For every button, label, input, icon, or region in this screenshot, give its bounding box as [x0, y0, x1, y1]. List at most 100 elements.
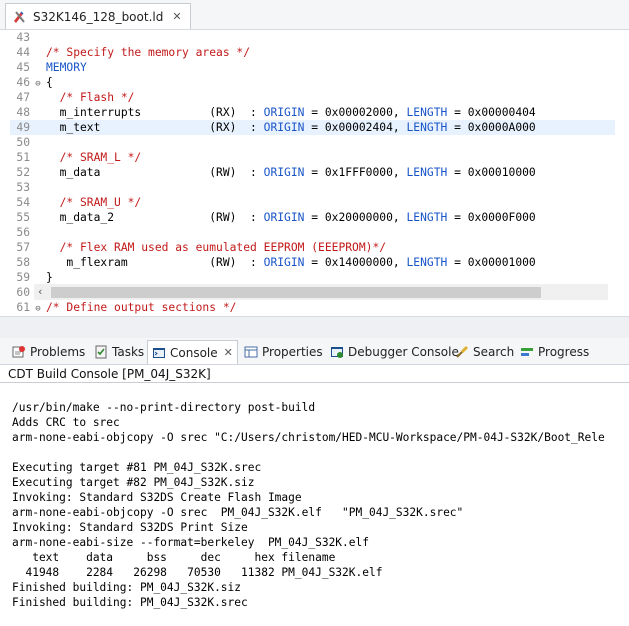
close-icon[interactable]: ✕ — [172, 10, 181, 23]
code-editor[interactable]: 43 44 /* Specify the memory areas */45 M… — [10, 30, 629, 316]
code-comment: /* Define output sections */ — [46, 301, 237, 314]
console-line: arm-none-eabi-objcopy -O srec PM_04J_S32… — [12, 506, 464, 519]
editor-tab-bar: S32K146_128_boot.ld ✕ — [0, 0, 629, 30]
code-line[interactable]: 54 /* SRAM_U */ — [10, 195, 141, 210]
line-number: 57 — [16, 241, 30, 254]
code-text: = 0x00001000 — [447, 256, 536, 269]
code-text: = 0x14000000, — [304, 256, 407, 269]
fold-collapse-icon[interactable]: ⊖ — [30, 302, 46, 316]
code-keyword: ORIGIN — [263, 211, 305, 224]
console-line: Executing target #81 PM_04J_S32K.srec — [12, 461, 262, 474]
code-keyword: ORIGIN — [263, 121, 305, 134]
search-icon — [456, 345, 469, 358]
code-line[interactable]: 61 ⊖/* Define output sections */ — [10, 300, 236, 315]
tab-search[interactable]: Search — [451, 340, 518, 364]
line-number: 60 — [16, 286, 30, 299]
line-number: 46 — [16, 76, 30, 89]
progress-icon — [521, 348, 533, 356]
tab-properties[interactable]: Properties — [240, 340, 327, 364]
console-line: text data bss dec hex filename — [12, 551, 336, 564]
code-comment: /* Flex RAM used as eumulated EEPROM (EE… — [46, 241, 387, 254]
code-line[interactable]: 45 MEMORY — [10, 60, 87, 75]
code-comment: /* Flash */ — [46, 91, 135, 104]
line-number: 54 — [16, 196, 30, 209]
code-text: = 0x0000A000 — [447, 121, 536, 134]
code-keyword: ORIGIN — [263, 256, 305, 269]
code-text: = 0x1FFF0000, — [304, 166, 407, 179]
code-line[interactable]: 56 — [10, 225, 46, 240]
code-text: { — [46, 76, 53, 89]
scroll-left-icon[interactable]: ‹ — [38, 285, 42, 298]
code-line[interactable]: 53 — [10, 180, 46, 195]
scrollbar-thumb[interactable] — [51, 287, 541, 298]
code-line[interactable]: 50 — [10, 135, 46, 150]
debugger-console-icon — [331, 347, 343, 358]
code-keyword: LENGTH — [406, 166, 448, 179]
code-line[interactable]: 52 m_data (RW) : ORIGIN = 0x1FFF0000, LE… — [10, 165, 535, 180]
console-line: /usr/bin/make --no-print-directory post-… — [12, 401, 316, 414]
line-number: 61 — [16, 301, 30, 314]
code-text: m_flexram (RW) : — [46, 256, 264, 269]
code-text: m_text (RX) : — [46, 121, 264, 134]
code-keyword: LENGTH — [406, 211, 448, 224]
code-keyword: LENGTH — [406, 106, 448, 119]
line-number: 49 — [16, 121, 30, 134]
code-line[interactable]: 57 /* Flex RAM used as eumulated EEPROM … — [10, 240, 386, 255]
code-text: = 0x00002000, — [304, 106, 407, 119]
editor-tab-label: S32K146_128_boot.ld — [33, 9, 164, 24]
line-number: 44 — [16, 46, 30, 59]
code-line[interactable]: 58 m_flexram (RW) : ORIGIN = 0x14000000,… — [10, 255, 536, 270]
line-number: 45 — [16, 61, 30, 74]
line-number: 43 — [16, 31, 30, 44]
tab-console[interactable]: Console ✕ — [147, 340, 238, 364]
tab-tasks[interactable]: Tasks — [90, 340, 148, 364]
code-keyword: MEMORY — [46, 61, 87, 74]
console-title: CDT Build Console [PM_04J_S32K] — [8, 367, 211, 381]
editor-tab-linker-script[interactable]: S32K146_128_boot.ld ✕ — [5, 3, 191, 29]
console-line: Invoking: Standard S32DS Create Flash Im… — [12, 491, 302, 504]
line-number: 50 — [16, 136, 30, 149]
console-line: Adds CRC to srec — [12, 416, 120, 429]
code-text: = 0x00000404 — [447, 106, 536, 119]
line-number: 56 — [16, 226, 30, 239]
code-comment: /* SRAM_U */ — [46, 196, 142, 209]
console-line: Executing target #82 PM_04J_S32K.siz — [12, 476, 255, 489]
tab-progress[interactable]: Progress — [516, 340, 593, 364]
console-line: Invoking: Standard S32DS Print Size — [12, 521, 248, 534]
code-line[interactable]: 59 } — [10, 270, 53, 285]
line-number: 53 — [16, 181, 30, 194]
properties-icon — [244, 346, 258, 358]
code-text: } — [46, 271, 53, 284]
code-comment: /* SRAM_L */ — [46, 151, 142, 164]
line-number: 55 — [16, 211, 30, 224]
console-line: 41948 2284 26298 70530 11382 PM_04J_S32K… — [12, 566, 383, 579]
code-line[interactable]: 55 m_data_2 (RW) : ORIGIN = 0x20000000, … — [10, 210, 536, 225]
line-number: 47 — [16, 91, 30, 104]
code-line[interactable]: 49 m_text (RX) : ORIGIN = 0x00002404, LE… — [10, 120, 615, 135]
code-line[interactable]: 48 m_interrupts (RX) : ORIGIN = 0x000020… — [10, 105, 536, 120]
line-number: 48 — [16, 106, 30, 119]
code-line[interactable]: 44 /* Specify the memory areas */ — [10, 45, 250, 60]
line-number: 58 — [16, 256, 30, 269]
tab-debugger-console[interactable]: Debugger Console — [326, 340, 463, 364]
editor-horizontal-scrollbar[interactable]: ‹ — [34, 284, 608, 300]
console-line: Finished building: PM_04J_S32K.siz — [12, 581, 242, 594]
code-line[interactable]: 43 — [10, 30, 46, 45]
console-line: Finished building: PM_04J_S32K.srec — [12, 596, 248, 609]
code-text: m_data (RW) : — [46, 166, 264, 179]
code-line[interactable]: 47 /* Flash */ — [10, 90, 134, 105]
console-icon — [153, 347, 165, 358]
code-text: = 0x0000F000 — [447, 211, 536, 224]
console-output[interactable]: /usr/bin/make --no-print-directory post-… — [0, 383, 629, 626]
panel-separator — [0, 316, 629, 339]
code-text: = 0x20000000, — [304, 211, 407, 224]
code-keyword: LENGTH — [406, 121, 448, 134]
close-icon[interactable]: ✕ — [224, 346, 233, 359]
code-line[interactable]: 46 ⊖{ — [10, 75, 53, 90]
code-comment: /* Specify the memory areas */ — [46, 46, 251, 59]
line-number: 59 — [16, 271, 30, 284]
code-line[interactable]: 51 /* SRAM_L */ — [10, 150, 141, 165]
code-text: = 0x00002404, — [304, 121, 407, 134]
tab-problems[interactable]: Problems — [8, 340, 89, 364]
code-keyword: LENGTH — [406, 256, 448, 269]
